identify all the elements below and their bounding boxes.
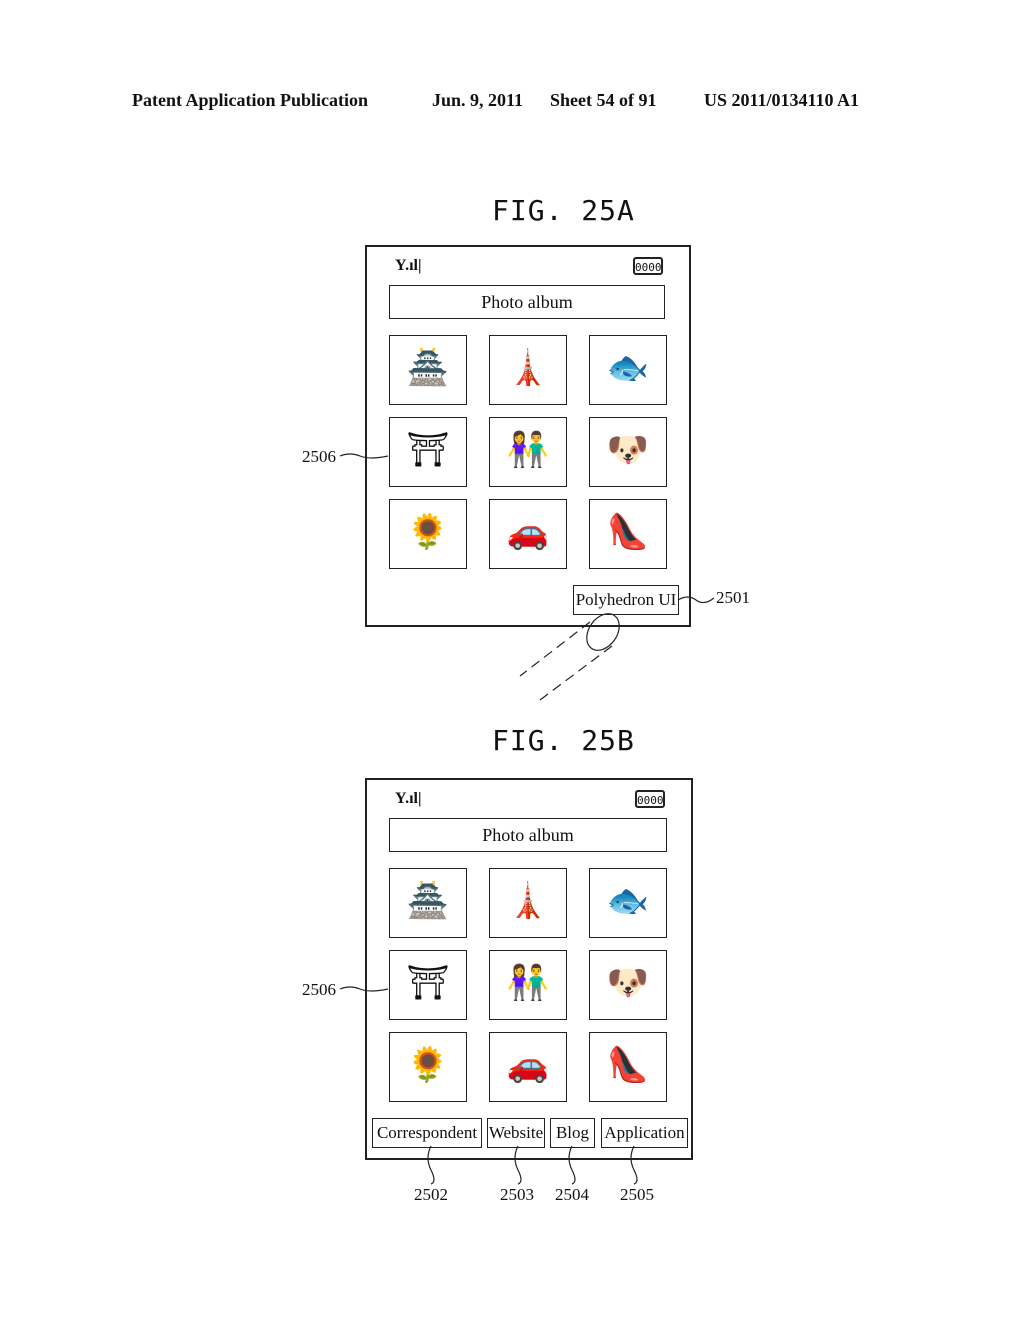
application-button[interactable]: Application [601, 1118, 688, 1148]
signal-icon: Y.ıl| [395, 257, 422, 274]
thumbnail-puppy[interactable]: 🐶 [589, 417, 667, 487]
correspondent-button[interactable]: Correspondent [372, 1118, 482, 1148]
ref-2506-a: 2506 [302, 447, 336, 466]
thumbnail-flowers[interactable]: 🌻 [389, 1032, 467, 1102]
signal-icon: Y.ıl| [395, 790, 422, 807]
battery-icon: 0000 [635, 790, 665, 808]
thumbnail-palace[interactable]: 🏯 [389, 335, 467, 405]
thumbnail-flowers[interactable]: 🌻 [389, 499, 467, 569]
thumbnail-car[interactable]: 🚗 [489, 499, 567, 569]
ref-2501: 2501 [716, 588, 750, 607]
blog-button[interactable]: Blog [550, 1118, 595, 1148]
polyhedron-ui-button[interactable]: Polyhedron UI [573, 585, 679, 615]
phone-25b: Y.ıl| 0000 Photo album 🏯 🗼 🐟 ⛩ 👫 🐶 🌻 🚗 👠 Corresp… [365, 778, 693, 1160]
website-button[interactable]: Website [487, 1118, 545, 1148]
ref-2506-b: 2506 [302, 980, 336, 999]
thumbnail-eiffel-tower[interactable]: 🗼 [489, 335, 567, 405]
thumbnail-puppy[interactable]: 🐶 [589, 950, 667, 1020]
thumbnail-arch-tourist[interactable]: ⛩ [389, 417, 467, 487]
battery-icon: 0000 [633, 257, 663, 275]
ref-2503: 2503 [500, 1185, 534, 1204]
thumbnail-car[interactable]: 🚗 [489, 1032, 567, 1102]
ref-2505: 2505 [620, 1185, 654, 1204]
pub-title: Patent Application Publication [132, 90, 369, 110]
fig-25b-label: FIG. 25B [492, 724, 635, 757]
pub-date: Jun. 9, 2011 [432, 90, 524, 110]
thumbnail-couple[interactable]: 👫 [489, 950, 567, 1020]
photo-album-title: Photo album [389, 285, 665, 319]
pub-sheet: Sheet 54 of 91 [550, 90, 657, 110]
fig-25a-label: FIG. 25A [492, 194, 635, 227]
thumbnail-palace[interactable]: 🏯 [389, 868, 467, 938]
thumbnail-fish[interactable]: 🐟 [589, 868, 667, 938]
thumbnail-arch-tourist[interactable]: ⛩ [389, 950, 467, 1020]
thumbnail-eiffel-tower[interactable]: 🗼 [489, 868, 567, 938]
ref-2504: 2504 [555, 1185, 589, 1204]
ref-2502: 2502 [414, 1185, 448, 1204]
phone-25a: Y.ıl| 0000 Photo album 🏯 🗼 🐟 ⛩ 👫 🐶 🌻 🚗 👠 Polyhed… [365, 245, 691, 627]
photo-album-title: Photo album [389, 818, 667, 852]
thumbnail-couple[interactable]: 👫 [489, 417, 567, 487]
thumbnail-fish[interactable]: 🐟 [589, 335, 667, 405]
pub-number: US 2011/0134110 A1 [704, 90, 860, 110]
thumbnail-shoe[interactable]: 👠 [589, 499, 667, 569]
thumbnail-shoe[interactable]: 👠 [589, 1032, 667, 1102]
